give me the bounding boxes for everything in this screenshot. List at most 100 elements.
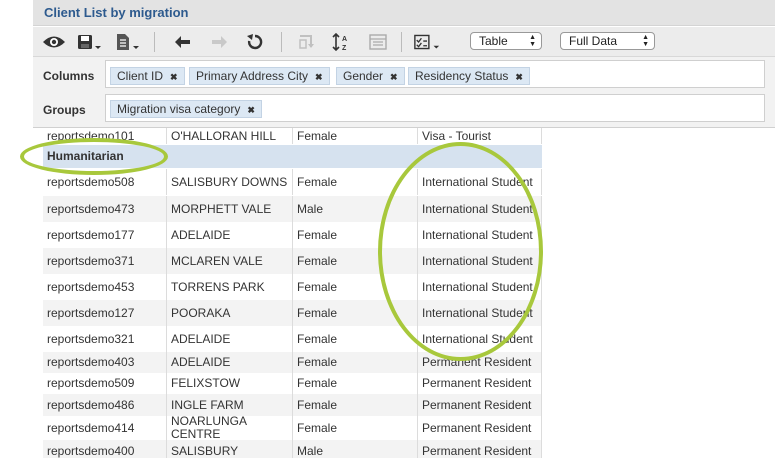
client-id-cell: reportsdemo508: [47, 174, 135, 189]
column-tag-residency-status[interactable]: Residency Status ✖: [408, 67, 530, 85]
gender-cell: Female: [297, 420, 338, 435]
client-id-cell: reportsdemo414: [47, 420, 135, 435]
remove-icon[interactable]: ✖: [170, 72, 178, 82]
column-tag-gender[interactable]: Gender ✖: [336, 67, 405, 85]
save-icon[interactable]: [75, 31, 103, 53]
table-row[interactable]: reportsdemo371 MCLAREN VALE Female Internat…: [43, 248, 542, 274]
client-id-cell: reportsdemo509: [47, 376, 135, 390]
remove-icon[interactable]: ✖: [390, 72, 398, 82]
columns-dropzone[interactable]: Client ID ✖ Primary Address City ✖ Gender ✖…: [105, 60, 765, 88]
report-title-bar: Client List by migration: [33, 0, 775, 26]
svg-text:A: A: [342, 36, 347, 43]
select-arrows-icon: ▲ ▼: [529, 34, 536, 48]
gender-cell: Female: [297, 355, 338, 369]
group-label: Humanitarian: [47, 149, 124, 163]
column-tag-primary-address-city[interactable]: Primary Address City ✖: [189, 67, 330, 85]
remove-icon[interactable]: ✖: [515, 72, 523, 82]
undo-icon[interactable]: [169, 31, 197, 53]
client-id-cell: reportsdemo453: [47, 279, 135, 294]
select-arrows-icon: ▲ ▼: [642, 34, 649, 48]
city-cell: O'HALLORAN HILL: [171, 128, 276, 143]
export-icon[interactable]: [113, 31, 141, 53]
residency-cell: Permanent Resident: [422, 355, 532, 369]
residency-cell: International Student: [422, 201, 533, 216]
gender-cell: Female: [297, 279, 338, 294]
residency-cell: International Student: [422, 279, 533, 294]
groups-label: Groups: [43, 103, 86, 117]
table-row[interactable]: reportsdemo177 ADELAIDE Female Internationa…: [43, 222, 542, 248]
client-id-cell: reportsdemo400: [47, 443, 135, 458]
city-cell: ADELAIDE: [171, 331, 231, 346]
gender-cell: Female: [297, 397, 338, 412]
city-cell: FELIXSTOW: [171, 376, 241, 390]
redo-icon[interactable]: [205, 31, 233, 53]
table-row[interactable]: reportsdemo403 ADELAIDE Female Permanent Re…: [43, 352, 542, 373]
gender-cell: Female: [297, 253, 338, 268]
table-row[interactable]: reportsdemo127 POORAKA Female International…: [43, 300, 542, 326]
table-row[interactable]: reportsdemo486 INGLE FARM Female Permanent …: [43, 394, 542, 416]
report-table: reportsdemo101 O'HALLORAN HILL Female Vi…: [43, 128, 543, 458]
table-row[interactable]: reportsdemo509 FELIXSTOW Female Permanent R…: [43, 373, 542, 394]
gender-cell: Female: [297, 331, 338, 346]
data-select[interactable]: Full Data ▲ ▼: [560, 32, 655, 50]
gender-cell: Female: [297, 376, 338, 390]
city-cell: SALISBURY DOWNS: [171, 174, 288, 189]
svg-text:Z: Z: [342, 45, 347, 51]
city-cell: POORAKA: [171, 305, 231, 320]
residency-cell: Permanent Resident: [422, 420, 532, 435]
city-cell: SALISBURY: [171, 443, 239, 458]
city-cell: MORPHETT VALE: [171, 201, 272, 216]
client-id-cell: reportsdemo321: [47, 331, 135, 346]
client-id-cell: reportsdemo486: [47, 397, 135, 412]
gender-cell: Female: [297, 174, 338, 189]
remove-icon[interactable]: ✖: [247, 105, 255, 115]
residency-cell: International Student: [422, 253, 533, 268]
group-tag-migration-visa-category[interactable]: Migration visa category ✖: [110, 100, 262, 118]
city-cell: NOARLUNGA CENTRE: [171, 416, 247, 440]
residency-cell: Visa - Tourist: [422, 128, 491, 143]
residency-cell: Permanent Resident: [422, 443, 532, 458]
city-cell: ADELAIDE: [171, 355, 231, 369]
residency-cell: Permanent Resident: [422, 376, 532, 390]
report-config-panel: Columns Client ID ✖ Primary Address City ✖…: [33, 57, 775, 128]
gender-cell: Female: [297, 227, 338, 242]
checklist-icon[interactable]: [413, 31, 441, 53]
city-cell: MCLAREN VALE: [171, 253, 263, 268]
gender-cell: Female: [297, 305, 338, 320]
sort-icon[interactable]: AZ: [328, 31, 356, 53]
residency-cell: International Student: [422, 305, 533, 320]
toolbar: AZ Table ▲ ▼ Full Data ▲ ▼: [33, 27, 775, 57]
city-cell: ADELAIDE: [171, 227, 231, 242]
table-row[interactable]: reportsdemo400 SALISBURY Male Permanent Res…: [43, 440, 542, 458]
table-row[interactable]: reportsdemo321 ADELAIDE Female Internationa…: [43, 326, 542, 352]
table-row[interactable]: reportsdemo508 SALISBURY DOWNS Female Inter…: [43, 169, 542, 195]
client-id-cell: reportsdemo473: [47, 201, 135, 216]
layout-icon[interactable]: [364, 31, 392, 53]
refresh-icon[interactable]: [241, 31, 269, 53]
city-cell: TORRENS PARK: [171, 279, 265, 294]
groups-dropzone[interactable]: Migration visa category ✖: [105, 94, 765, 122]
client-id-cell: reportsdemo101: [47, 128, 135, 143]
residency-cell: International Student: [422, 331, 533, 346]
client-id-cell: reportsdemo403: [47, 355, 135, 369]
client-id-cell: reportsdemo371: [47, 253, 135, 268]
gender-cell: Male: [297, 443, 324, 458]
table-row[interactable]: reportsdemo473 MORPHETT VALE Male Internati…: [43, 196, 542, 222]
column-tag-client-id[interactable]: Client ID ✖: [110, 67, 185, 85]
residency-cell: International Student: [422, 174, 533, 189]
table-row[interactable]: reportsdemo414 NOARLUNGA CENTRE Female Perm…: [43, 416, 542, 440]
client-id-cell: reportsdemo127: [47, 305, 135, 320]
view-select[interactable]: Table ▲ ▼: [470, 32, 542, 50]
residency-cell: International Student: [422, 227, 533, 242]
client-id-cell: reportsdemo177: [47, 227, 135, 242]
gender-cell: Male: [297, 201, 324, 216]
table-row[interactable]: reportsdemo101 O'HALLORAN HILL Female Vi…: [43, 128, 542, 144]
group-header-row[interactable]: Humanitarian: [43, 145, 542, 168]
gender-cell: Female: [297, 128, 338, 143]
pivot-icon[interactable]: [293, 31, 321, 53]
table-row[interactable]: reportsdemo453 TORRENS PARK Female Internat…: [43, 274, 542, 300]
remove-icon[interactable]: ✖: [315, 72, 323, 82]
report-title: Client List by migration: [44, 5, 189, 20]
eye-icon[interactable]: [40, 31, 68, 53]
residency-cell: Permanent Resident: [422, 397, 532, 412]
